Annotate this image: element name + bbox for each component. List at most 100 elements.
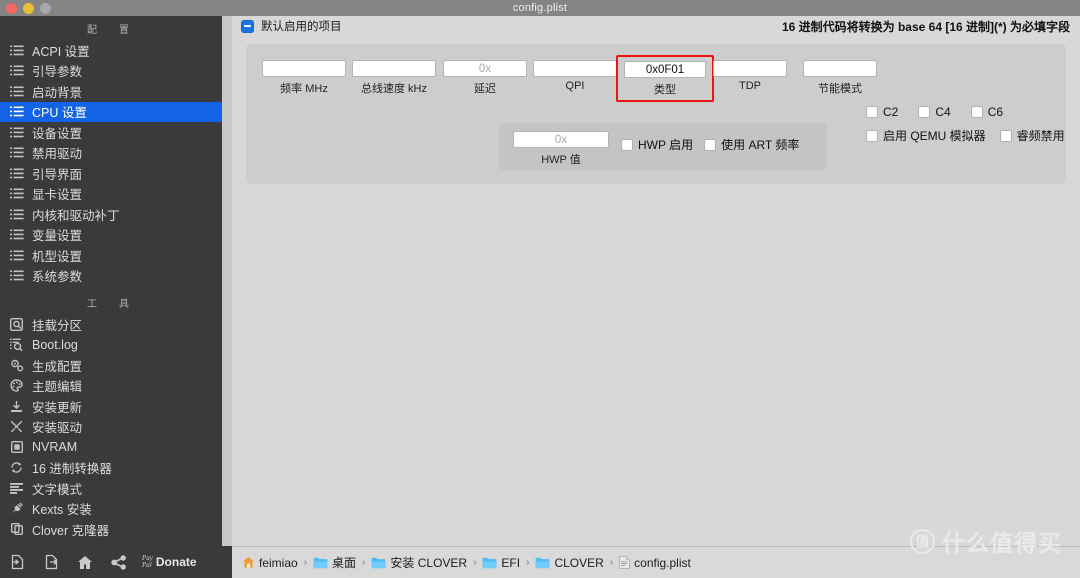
sidebar-item-tool-8[interactable]: 16 进制转换器 (0, 458, 222, 479)
use-art-frequency-label: 使用 ART 频率 (721, 138, 800, 152)
sidebar-item-tool-10[interactable]: Kexts 安装 (0, 499, 222, 520)
share-button[interactable] (102, 546, 136, 578)
qpi-input[interactable] (533, 60, 617, 77)
hwp-value-input[interactable] (513, 131, 609, 148)
list-icon (9, 207, 24, 221)
c6-label: C6 (987, 105, 1004, 119)
sidebar-item-tool-5[interactable]: 安装更新 (0, 396, 222, 417)
sidebar-item-tool-3[interactable]: 生成配置 (0, 355, 222, 376)
sidebar-item-config-9[interactable]: 内核和驱动补丁 (0, 204, 222, 225)
breadcrumb-item-2[interactable]: 桌面 (313, 554, 356, 571)
sidebar-item-tool-4[interactable]: 主题编辑 (0, 376, 222, 397)
download-icon (9, 399, 24, 413)
sidebar-item-config-7[interactable]: 引导界面 (0, 163, 222, 184)
bus-speed-khz-field[interactable]: 总线速度 kHz (352, 60, 436, 96)
sidebar-item-config-5[interactable]: 设备设置 (0, 122, 222, 143)
sidebar-item-config-label: ACPI 设置 (32, 44, 90, 59)
sidebar-tools-list[interactable]: 挂载分区 Boot.log 生成配置 主题编辑 安装更新 安装驱动 NVRAM 16 进制转换… (0, 314, 222, 540)
list-icon (9, 64, 24, 78)
breadcrumb-item-label: CLOVER (554, 555, 604, 570)
type-input[interactable] (624, 61, 706, 78)
frequency-mhz-field[interactable]: 频率 MHz (262, 60, 346, 96)
hwp-value-field[interactable]: HWP 值 (513, 131, 609, 167)
c6-checkbox[interactable] (970, 106, 983, 118)
hwp-enable-checkbox[interactable] (621, 138, 633, 151)
text-lines-icon (9, 481, 24, 495)
cstate-checkbox-c6[interactable]: C6 (970, 105, 1004, 119)
tdp-label: TDP (739, 80, 761, 92)
breadcrumb[interactable]: feimiao › 桌面 › 安装 CLOVER › EFI › CLOVER › config.p… (232, 546, 1080, 578)
sidebar-item-tool-11[interactable]: Clover 克隆器 (0, 519, 222, 540)
bus-speed-khz-label: 总线速度 kHz (361, 83, 427, 95)
use-art-frequency-checkbox[interactable] (704, 138, 717, 151)
export-file-icon (45, 554, 58, 570)
sidebar-item-tool-label: Clover 克隆器 (32, 523, 110, 538)
extra-checkbox-enable-qemu-emulator[interactable]: 启用 QEMU 模拟器 (866, 127, 986, 144)
breadcrumb-item-1[interactable]: feimiao (242, 556, 298, 570)
sidebar-item-config-11[interactable]: 机型设置 (0, 245, 222, 266)
sidebar-config-list[interactable]: ACPI 设置引导参数 启动背景 CPU 设置 设备设置 禁用驱动 引导界面 显卡设置内核和… (0, 40, 222, 286)
donate-label: Donate (155, 555, 197, 569)
sidebar-item-tool-7[interactable]: NVRAM (0, 437, 222, 458)
breadcrumb-item-5[interactable]: CLOVER (535, 555, 604, 570)
enable-qemu-emulator-checkbox[interactable] (866, 129, 878, 142)
share-icon (111, 554, 126, 570)
sidebar-item-config-1[interactable]: ACPI 设置 (0, 40, 222, 61)
sidebar-item-config-8[interactable]: 显卡设置 (0, 184, 222, 205)
type-field[interactable]: 类型 (616, 55, 714, 102)
sidebar[interactable]: 配 置 ACPI 设置 引导参数 启动背景 CPU 设置 设备设置 禁用驱动 引导界面 显卡设… (0, 16, 222, 546)
cstate-checkbox-c2[interactable]: C2 (866, 105, 898, 119)
folder-icon (313, 557, 328, 569)
tools-icon (9, 420, 24, 434)
default-enabled-checkbox[interactable] (241, 19, 254, 33)
sidebar-item-config-4[interactable]: CPU 设置 (0, 101, 222, 122)
power-saving-mode-input[interactable] (803, 60, 877, 77)
sidebar-item-tool-6[interactable]: 安装驱动 (0, 417, 222, 438)
breadcrumb-item-6[interactable]: config.plist (619, 556, 691, 570)
extra-checkbox-row[interactable]: 启用 QEMU 模拟器 睿频禁用 (866, 127, 1079, 144)
log-search-icon (9, 338, 24, 352)
sidebar-item-config-12[interactable]: 系统参数 (0, 266, 222, 287)
cstate-checkbox-row[interactable]: C2 C4 C6 (866, 105, 1023, 119)
bottom-toolbar[interactable]: Pay Pal Donate (0, 546, 232, 578)
home-button[interactable] (68, 546, 102, 578)
breadcrumb-list[interactable]: feimiao › 桌面 › 安装 CLOVER › EFI › CLOVER › config.p… (242, 554, 691, 571)
donate-button[interactable]: Pay Pal Donate (142, 554, 197, 570)
c2-checkbox[interactable] (866, 106, 878, 118)
sidebar-item-config-3[interactable]: 启动背景 (0, 81, 222, 102)
bus-speed-khz-input[interactable] (352, 60, 436, 77)
type-label: 类型 (654, 84, 676, 96)
tdp-field[interactable]: TDP (713, 60, 787, 92)
turbo-disable-checkbox[interactable] (999, 129, 1012, 142)
latency-input[interactable] (443, 60, 527, 77)
breadcrumb-item-4[interactable]: EFI (482, 556, 520, 570)
folder-icon (535, 557, 550, 569)
breadcrumb-item-label: 桌面 (332, 556, 357, 570)
tdp-input[interactable] (713, 60, 787, 77)
latency-label: 延迟 (474, 83, 496, 95)
sidebar-item-config-label: 内核和驱动补丁 (32, 208, 120, 223)
hwp-checkbox-use-art-frequency[interactable]: 使用 ART 频率 (704, 136, 799, 153)
sidebar-item-config-6[interactable]: 禁用驱动 (0, 143, 222, 164)
sidebar-item-tool-9[interactable]: 文字模式 (0, 478, 222, 499)
breadcrumb-item-3[interactable]: 安装 CLOVER (371, 554, 467, 571)
cstate-checkbox-c4[interactable]: C4 (918, 105, 951, 119)
list-icon (9, 187, 24, 201)
sidebar-item-config-2[interactable]: 引导参数 (0, 61, 222, 82)
main-content: 默认启用的项目 16 进制代码将转换为 base 64 [16 进制](*) 为… (232, 16, 1080, 546)
frequency-mhz-input[interactable] (262, 60, 346, 77)
qpi-field[interactable]: QPI (533, 60, 617, 92)
hwp-checkbox-hwp-enable[interactable]: HWP 启用 (621, 136, 693, 153)
extra-checkbox-turbo-disable[interactable]: 睿频禁用 (999, 127, 1065, 144)
power-saving-mode-field[interactable]: 节能模式 (803, 60, 877, 96)
export-file-button[interactable] (34, 546, 68, 578)
c4-checkbox[interactable] (918, 106, 931, 118)
sidebar-item-tool-1[interactable]: 挂载分区 (0, 314, 222, 335)
sidebar-item-tool-2[interactable]: Boot.log (0, 335, 222, 356)
hwp-checkbox-row[interactable]: HWP 启用 使用 ART 频率 (621, 136, 810, 153)
import-file-button[interactable] (0, 546, 34, 578)
breadcrumb-separator: › (609, 557, 614, 568)
latency-field[interactable]: 延迟 (443, 60, 527, 96)
sidebar-scrollbar[interactable] (222, 16, 232, 546)
sidebar-item-config-10[interactable]: 变量设置 (0, 225, 222, 246)
